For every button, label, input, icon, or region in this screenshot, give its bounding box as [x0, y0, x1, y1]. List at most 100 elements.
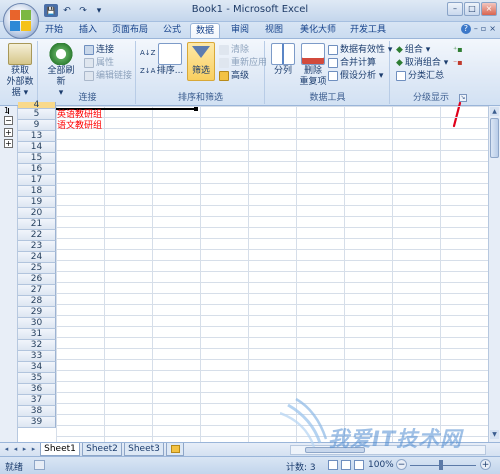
row-header[interactable]: 9	[18, 120, 56, 131]
row-header[interactable]: 24	[18, 252, 56, 263]
remove-duplicates-line2: 重复项	[299, 77, 327, 87]
row-header[interactable]: 22	[18, 230, 56, 241]
connections-button[interactable]: 连接	[84, 44, 114, 56]
tab-data[interactable]: 数据	[190, 23, 220, 39]
scroll-up-icon[interactable]: ▲	[490, 107, 499, 116]
zoom-in-icon[interactable]: +	[480, 459, 491, 470]
ribbon-minimize-icon[interactable]: –	[474, 24, 478, 34]
row-header[interactable]: 5	[18, 109, 56, 120]
tab-view[interactable]: 视图	[260, 23, 288, 39]
last-sheet-icon[interactable]: ▸	[29, 445, 38, 454]
subtotal-button[interactable]: 分类汇总	[396, 70, 444, 82]
ungroup-button[interactable]: ◆ 取消组合 ▾	[396, 57, 448, 69]
row-header[interactable]: 30	[18, 318, 56, 329]
row-header[interactable]: 25	[18, 263, 56, 274]
show-detail-icon[interactable]: ⁺▪	[453, 45, 463, 54]
get-external-data-button[interactable]: 获取 外部数据 ▾	[4, 43, 36, 99]
row-header[interactable]: 26	[18, 274, 56, 285]
maximize-button[interactable]: □	[464, 2, 480, 16]
row-header[interactable]: 19	[18, 197, 56, 208]
tab-review[interactable]: 审阅	[226, 23, 254, 39]
prev-sheet-icon[interactable]: ◂	[11, 445, 20, 454]
first-sheet-icon[interactable]: ◂	[2, 445, 11, 454]
vertical-scrollbar[interactable]: ▲ ▼	[488, 106, 500, 442]
status-count: 计数: 3	[286, 463, 316, 473]
group-button[interactable]: ◆ 组合 ▾	[396, 44, 430, 56]
scroll-down-icon[interactable]: ▼	[490, 430, 499, 439]
macro-record-icon[interactable]	[34, 460, 45, 470]
row-header[interactable]: 29	[18, 307, 56, 318]
row-header[interactable]: 18	[18, 186, 56, 197]
hscroll-thumb[interactable]	[305, 447, 365, 453]
row-header[interactable]: 37	[18, 395, 56, 406]
row-header[interactable]: 17	[18, 175, 56, 186]
row-header[interactable]: 14	[18, 142, 56, 153]
scroll-thumb[interactable]	[490, 118, 499, 158]
expand-group-button-1[interactable]: +	[4, 128, 13, 137]
row-header[interactable]: 20	[18, 208, 56, 219]
page-break-view-icon[interactable]	[354, 460, 364, 470]
insert-sheet-button[interactable]	[166, 443, 184, 456]
zoom-out-icon[interactable]: −	[396, 459, 407, 470]
sheet-tab[interactable]: Sheet1	[40, 443, 80, 456]
filter-button[interactable]: 筛选	[187, 42, 215, 81]
row-header[interactable]: 32	[18, 340, 56, 351]
row-header[interactable]: 39	[18, 417, 56, 428]
office-button[interactable]	[3, 3, 39, 39]
next-sheet-icon[interactable]: ▸	[20, 445, 29, 454]
collapse-group-button[interactable]: −	[4, 116, 13, 125]
tab-insert[interactable]: 插入	[74, 23, 102, 39]
row-header[interactable]: 36	[18, 384, 56, 395]
row-header[interactable]: 16	[18, 164, 56, 175]
text-to-columns-button[interactable]: 分列	[268, 43, 298, 77]
page-layout-view-icon[interactable]	[341, 460, 351, 470]
zoom-level[interactable]: 100%	[368, 460, 394, 470]
office-logo-icon	[10, 10, 32, 32]
row-header[interactable]: 28	[18, 296, 56, 307]
row-header[interactable]: 21	[18, 219, 56, 230]
row-header[interactable]: 23	[18, 241, 56, 252]
sheet-tab[interactable]: Sheet2	[82, 443, 122, 456]
expand-group-button-2[interactable]: +	[4, 139, 13, 148]
row-header[interactable]: 33	[18, 351, 56, 362]
tab-beautify[interactable]: 美化大师	[296, 23, 340, 39]
help-icon[interactable]: ?	[460, 24, 471, 34]
insert-sheet-icon	[170, 445, 180, 453]
row-header[interactable]: 27	[18, 285, 56, 296]
row-header[interactable]: 38	[18, 406, 56, 417]
tab-formulas[interactable]: 公式	[158, 23, 186, 39]
what-if-analysis-button[interactable]: 假设分析 ▾	[328, 70, 383, 82]
advanced-filter-button[interactable]: 高级	[219, 70, 249, 82]
outline-dialog-launcher[interactable]: ↘	[459, 94, 467, 102]
zoom-slider[interactable]	[410, 465, 476, 466]
row-header[interactable]: 13	[18, 131, 56, 142]
row-header[interactable]: 35	[18, 373, 56, 384]
minimize-button[interactable]: –	[447, 2, 463, 16]
worksheet-grid[interactable]: 英语教研组 语文教研组	[56, 106, 488, 442]
close-button[interactable]: ×	[481, 2, 497, 16]
ribbon-restore-icon[interactable]: ▫	[481, 24, 486, 34]
tab-home[interactable]: 开始	[40, 23, 68, 39]
window-controls: – □ ×	[447, 2, 497, 16]
consolidate-button[interactable]: 合并计算	[328, 57, 376, 69]
zoom-slider-thumb[interactable]	[439, 460, 443, 470]
row-header[interactable]: 31	[18, 329, 56, 340]
cell-english-group[interactable]: 英语教研组	[57, 110, 102, 121]
tab-page-layout[interactable]: 页面布局	[108, 23, 152, 39]
fill-handle[interactable]	[194, 107, 198, 111]
tab-developer[interactable]: 开发工具	[348, 23, 388, 39]
data-validation-button[interactable]: 数据有效性 ▾	[328, 44, 392, 56]
advanced-filter-label: 高级	[231, 71, 250, 81]
normal-view-icon[interactable]	[328, 460, 338, 470]
row-header[interactable]: 34	[18, 362, 56, 373]
cell-chinese-group[interactable]: 语文教研组	[57, 121, 102, 132]
reapply-label: 重新应用	[231, 58, 268, 68]
hide-detail-icon[interactable]: ⁻▪	[453, 58, 463, 67]
sheet-tab[interactable]: Sheet3	[124, 443, 164, 456]
row-header[interactable]: 15	[18, 153, 56, 164]
horizontal-scrollbar[interactable]	[290, 445, 486, 455]
sort-button[interactable]: 排序...	[153, 43, 187, 77]
remove-duplicates-button[interactable]: 删除 重复项	[298, 43, 328, 88]
row-header[interactable]: 4	[18, 101, 56, 110]
ribbon-close-icon[interactable]: ×	[489, 24, 496, 34]
